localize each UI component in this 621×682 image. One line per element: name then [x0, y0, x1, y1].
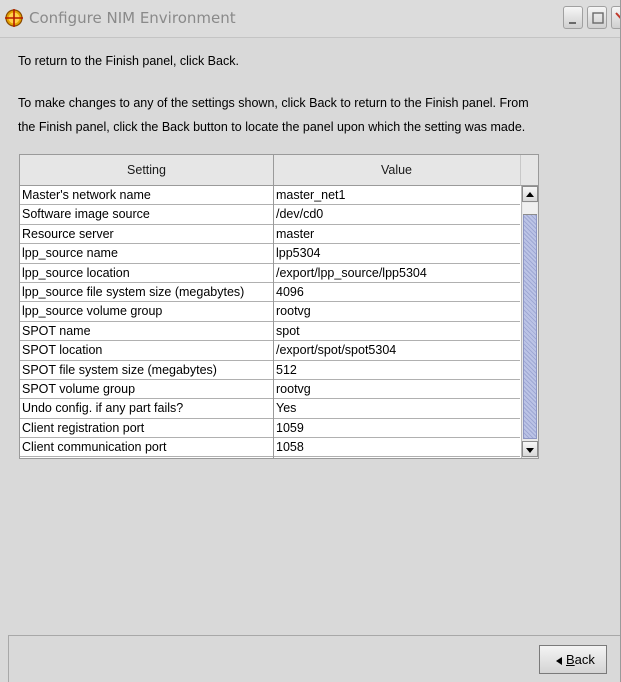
footer-separator: [8, 635, 620, 636]
instruction-return: To return to the Finish panel, click Bac…: [18, 54, 239, 68]
nim-app-icon: [5, 9, 23, 27]
table-header-corner: [520, 155, 538, 186]
value-cell: 1058: [276, 440, 304, 455]
instruction-change-line2: the Finish panel, click the Back button …: [18, 120, 526, 134]
column-divider: [273, 186, 274, 458]
table-row[interactable]: Client registration port 1059: [20, 419, 520, 439]
setting-cell: Software image source: [22, 207, 150, 222]
value-cell: 1059: [276, 420, 304, 435]
maximize-icon: [592, 12, 604, 24]
configure-nim-window: Configure NIM Environment To return to t…: [0, 0, 621, 682]
arrow-up-icon: [526, 192, 534, 197]
arrow-left-icon: [556, 657, 562, 665]
setting-cell: Undo config. if any part fails?: [22, 401, 184, 416]
value-cell: rootvg: [276, 381, 311, 396]
setting-cell: SPOT location: [22, 343, 103, 358]
footer-separator-left: [8, 636, 9, 682]
value-cell: master_net1: [276, 188, 346, 202]
arrow-down-icon: [526, 448, 534, 453]
table-header: Setting Value: [20, 155, 520, 186]
table-row[interactable]: lpp_source name lpp5304: [20, 244, 520, 264]
scroll-track-top[interactable]: [523, 203, 537, 215]
table-row[interactable]: lpp_source file system size (megabytes) 4…: [20, 283, 520, 303]
table-vertical-scrollbar[interactable]: [521, 186, 538, 458]
setting-cell: Resource server: [22, 226, 114, 241]
setting-cell: lpp_source location: [22, 265, 130, 280]
setting-cell: Client registration port: [22, 420, 145, 435]
table-row[interactable]: Resource server master: [20, 225, 520, 245]
column-header-value[interactable]: Value: [274, 155, 519, 185]
setting-cell: SPOT volume group: [22, 381, 136, 396]
table-row[interactable]: Master's network name master_net1: [20, 186, 520, 206]
setting-cell: Master's network name: [22, 188, 151, 202]
settings-table: Setting Value Master's network name maste…: [19, 154, 539, 459]
window-title: Configure NIM Environment: [29, 9, 236, 27]
minimize-icon: [569, 22, 576, 24]
value-cell: 512: [276, 362, 297, 377]
value-cell: Yes: [276, 401, 297, 416]
table-row[interactable]: SPOT volume group rootvg: [20, 380, 520, 400]
value-cell: /dev/cd0: [276, 207, 324, 222]
value-cell: rootvg: [276, 304, 311, 319]
table-row[interactable]: SPOT name spot: [20, 322, 520, 342]
title-bar[interactable]: Configure NIM Environment: [0, 0, 620, 38]
close-button[interactable]: [611, 6, 620, 29]
maximize-button[interactable]: [587, 6, 607, 29]
table-body: Master's network name master_net1 Softwar…: [20, 186, 520, 458]
value-cell: spot: [276, 323, 300, 338]
scroll-thumb[interactable]: [523, 203, 537, 439]
value-cell: master: [276, 226, 315, 241]
value-cell: /export/lpp_source/lpp5304: [276, 265, 427, 280]
setting-cell: Client communication port: [22, 440, 167, 455]
back-button[interactable]: Back: [539, 645, 607, 674]
table-row[interactable]: SPOT location/export/spot/spot5304: [20, 341, 520, 361]
table-row[interactable]: Undo config. if any part fails? Yes: [20, 399, 520, 419]
value-cell: 4096: [276, 284, 304, 299]
value-cell: lpp5304: [276, 246, 321, 261]
back-mnemonic: B: [566, 652, 575, 667]
value-cell: /export/spot/spot5304: [276, 343, 397, 358]
setting-cell: SPOT name: [22, 323, 91, 338]
setting-cell: lpp_source volume group: [22, 304, 163, 319]
column-header-setting[interactable]: Setting: [20, 155, 274, 185]
back-label-rest: ack: [574, 652, 595, 667]
table-row[interactable]: lpp_source volume group rootvg: [20, 302, 520, 322]
minimize-button[interactable]: [563, 6, 583, 29]
scroll-down-button[interactable]: [522, 441, 538, 457]
setting-cell: lpp_source file system size (megabytes): [22, 284, 245, 299]
back-button-label: Back: [566, 652, 595, 667]
close-icon: [615, 12, 620, 19]
table-row[interactable]: Software image source/dev/cd0: [20, 205, 520, 225]
setting-cell: lpp_source name: [22, 246, 118, 261]
table-row[interactable]: lpp_source location/export/lpp_source/lp…: [20, 264, 520, 283]
scroll-up-button[interactable]: [522, 186, 538, 202]
table-row[interactable]: Client communication port 1058: [20, 438, 520, 458]
table-row[interactable]: SPOT file system size (megabytes) 512: [20, 361, 520, 380]
instruction-change-line1: To make changes to any of the settings s…: [18, 96, 529, 110]
setting-cell: SPOT file system size (megabytes): [22, 362, 217, 377]
